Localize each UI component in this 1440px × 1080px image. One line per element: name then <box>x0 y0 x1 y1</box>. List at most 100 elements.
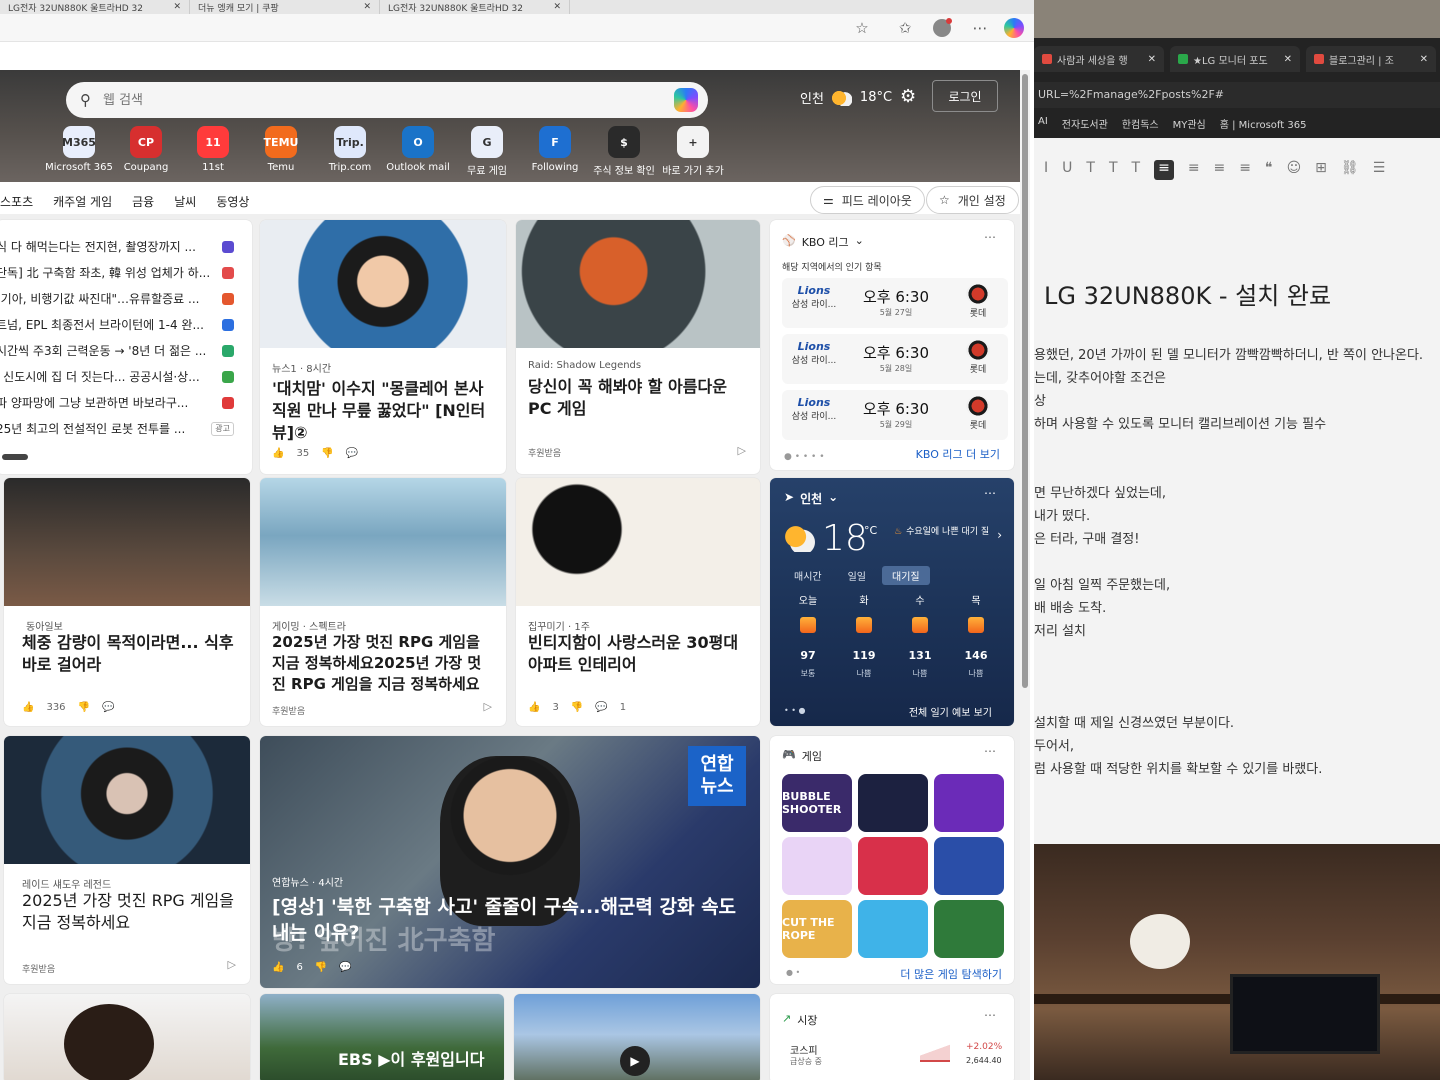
forecast-day[interactable]: 화 119 나쁨 <box>836 592 892 679</box>
nav-item[interactable]: 스포츠 <box>0 193 33 213</box>
browser-tab[interactable]: LG전자 32UN880K 울트라HD 32 ✕ <box>380 0 570 14</box>
post-title[interactable]: LG 32UN880K - 설치 완료 <box>1044 276 1331 311</box>
card-title[interactable]: '대치맘' 이수지 "몽클레어 본사 직원 만나 무릎 꿇었다" [N인터뷰]② <box>272 378 494 444</box>
text-box-icon[interactable]: T <box>1132 160 1141 180</box>
favorite-star-icon[interactable]: ☆ <box>852 18 872 38</box>
market-header[interactable]: ↗ 시장 <box>782 1012 817 1028</box>
hero-weather[interactable]: 인천 18°C <box>800 88 892 107</box>
nav-item[interactable]: 동영상 <box>216 193 249 213</box>
game-tile[interactable] <box>934 774 1004 832</box>
link-icon[interactable]: ⛓ <box>1341 160 1359 180</box>
bookmark-item[interactable]: 한컴독스 <box>1122 116 1159 132</box>
sponsored-card[interactable]: 레이드 섀도우 레전드 2025년 가장 멋진 RPG 게임을 지금 정복하세요… <box>4 736 250 984</box>
like-icon[interactable]: 👍 <box>272 448 284 459</box>
play-icon[interactable]: ▷ <box>738 444 746 457</box>
emoji-icon[interactable]: ☺ <box>1287 160 1302 180</box>
settings-gear-icon[interactable]: ⚙ <box>900 86 916 107</box>
tab-daily[interactable]: 일일 <box>838 566 876 585</box>
headline-item[interactable]: 트넘, EPL 최종전서 브라이턴에 1-4 완... <box>0 312 244 338</box>
card-title[interactable]: 2025년 가장 멋진 RPG 게임을 지금 정복하세요2025년 가장 멋진 … <box>272 632 494 695</box>
align-left-icon[interactable]: ≡ <box>1154 160 1174 180</box>
background-tab[interactable]: 사람과 세상을 행 ✕ <box>1034 46 1164 72</box>
sponsored-card[interactable]: 게이밍 · 스펙트라 2025년 가장 멋진 RPG 게임을 지금 정복하세요2… <box>260 478 506 726</box>
game-tile[interactable] <box>858 837 928 895</box>
nav-item[interactable]: 금융 <box>132 193 154 213</box>
personalize-button[interactable]: ☆ 개인 설정 <box>926 186 1019 214</box>
login-button[interactable]: 로그인 <box>932 80 998 112</box>
headline-item[interactable]: [기아, 비행기값 싸진대"…유류할증료 ... <box>0 286 244 312</box>
more-options-icon[interactable]: ⋯ <box>984 230 996 244</box>
tab-air-quality[interactable]: 대기질 <box>882 566 930 585</box>
close-icon[interactable]: ✕ <box>553 2 561 12</box>
explore-games-link[interactable]: 더 많은 게임 탐색하기 <box>900 966 1002 982</box>
quick-link[interactable]: + 바로 가기 추가 <box>658 126 728 177</box>
market-index-name[interactable]: 코스피 <box>790 1042 818 1057</box>
play-icon[interactable]: ▷ <box>228 958 236 971</box>
carousel-dots[interactable]: ● • <box>786 968 800 977</box>
comment-icon[interactable]: 💬 <box>339 962 351 973</box>
news-card[interactable]: 집꾸미기 · 1주 빈티지함이 사랑스러운 30평대 아파트 인테리어 👍 3 👎 💬… <box>516 478 760 726</box>
card-title[interactable]: 당신이 꼭 해봐야 할 아름다운 PC 게임 <box>528 376 748 420</box>
table-icon[interactable]: ⊞ <box>1315 160 1327 180</box>
nav-item[interactable]: 날씨 <box>174 193 196 213</box>
forecast-day[interactable]: 오늘 97 보통 <box>780 592 836 679</box>
comment-icon[interactable]: 💬 <box>102 702 114 713</box>
headline-item[interactable]: l 신도시에 집 더 짓는다... 공공시설·상... <box>0 364 244 390</box>
favorites-icon[interactable]: ✩ <box>895 18 915 38</box>
weather-location[interactable]: ➤ 인천 ⌄ <box>784 490 838 507</box>
play-icon[interactable]: ▶ <box>620 1046 650 1076</box>
clear-format-icon[interactable]: T <box>1109 160 1118 180</box>
headline-item[interactable]: 식 다 해먹는다는 전지현, 촬영장까지 ... <box>0 234 244 260</box>
copilot-search-icon[interactable] <box>674 88 698 112</box>
quick-link[interactable]: M365 Microsoft 365 <box>44 126 114 173</box>
quick-link[interactable]: G 무료 게임 <box>452 126 522 177</box>
quick-link[interactable]: F Following <box>520 126 590 173</box>
nav-item[interactable]: 캐주얼 게임 <box>53 193 112 213</box>
game-tile[interactable]: CUT THE ROPE <box>782 900 852 958</box>
quick-link[interactable]: 11 11st <box>178 126 248 173</box>
carousel-dots[interactable]: ● • • • • <box>784 452 825 462</box>
close-icon[interactable]: ✕ <box>1148 54 1156 65</box>
kbo-header[interactable]: ⚾ KBO 리그 ⌄ <box>782 234 864 250</box>
headline-item[interactable]: 25년 최고의 전설적인 로봇 전투를 ... 광고 <box>0 416 244 442</box>
bookmark-item[interactable]: MY관심 <box>1173 116 1206 132</box>
search-box[interactable]: ⚲ <box>66 82 708 118</box>
list-icon[interactable]: ☰ <box>1373 160 1386 180</box>
align-right-icon[interactable]: ≡ <box>1214 160 1226 180</box>
close-icon[interactable]: ✕ <box>1420 54 1428 65</box>
quote-icon[interactable]: ❝ <box>1265 160 1273 180</box>
dislike-icon[interactable]: 👎 <box>321 448 333 459</box>
card-title[interactable]: 빈티지함이 사랑스러운 30평대 아파트 인테리어 <box>528 632 748 676</box>
scrollbar-thumb[interactable] <box>1022 74 1028 688</box>
underline-icon[interactable]: U <box>1062 160 1072 180</box>
game-tile[interactable] <box>934 900 1004 958</box>
bookmark-item[interactable]: 전자도서관 <box>1062 116 1108 132</box>
align-center-icon[interactable]: ≡ <box>1188 160 1200 180</box>
more-options-icon[interactable]: ⋯ <box>984 1008 996 1022</box>
news-card[interactable] <box>4 994 250 1080</box>
game-tile[interactable]: BUBBLE SHOOTER <box>782 774 852 832</box>
full-forecast-link[interactable]: 전체 일기 예보 보기 <box>909 704 992 719</box>
background-tab[interactable]: 블로그관리 | 조 ✕ <box>1306 46 1436 72</box>
tab-hourly[interactable]: 매시간 <box>784 566 832 585</box>
post-body[interactable]: 용했던, 20년 가까이 된 델 모니터가 깜빡깜빡하더니, 반 쪽이 안나온다… <box>1034 344 1423 781</box>
news-card[interactable]: 동아일보 체중 감량이 목적이라면... 식후 바로 걸어라 👍 336 👎 💬 <box>4 478 250 726</box>
kbo-more-link[interactable]: KBO 리그 더 보기 <box>916 446 1000 462</box>
dislike-icon[interactable]: 👎 <box>78 702 90 713</box>
card-title[interactable]: 2025년 가장 멋진 RPG 게임을 지금 정복하세요 <box>22 890 238 934</box>
search-input[interactable] <box>103 92 643 108</box>
headline-item[interactable]: 시간씩 주3회 근력운동 → '8년 더 젊은 ... <box>0 338 244 364</box>
browser-tab[interactable]: LG전자 32UN880K 울트라HD 32 ✕ <box>0 0 190 14</box>
bookmark-item[interactable]: AI <box>1038 116 1048 132</box>
close-icon[interactable]: ✕ <box>1284 54 1292 65</box>
video-card[interactable]: ▶ <box>514 994 760 1080</box>
quick-link[interactable]: Trip. Trip.com <box>315 126 385 173</box>
video-news-card[interactable]: 연합 뉴스 연합뉴스 · 4시간 방! 엎어진 北구축함 [영상] '북한 구축… <box>260 736 760 988</box>
games-header[interactable]: 🎮 게임 <box>782 748 822 764</box>
quick-link[interactable]: CP Coupang <box>111 126 181 173</box>
forecast-day[interactable]: 수 131 나쁨 <box>892 592 948 679</box>
card-title[interactable]: [영상] '북한 구축함 사고' 줄줄이 구속...해군력 강화 속도내는 이유… <box>272 894 742 946</box>
air-quality-alert[interactable]: ♨ 수요일에 나쁜 대기 질 <box>894 526 998 539</box>
game-tile[interactable] <box>934 837 1004 895</box>
italic-icon[interactable]: I <box>1044 160 1048 180</box>
